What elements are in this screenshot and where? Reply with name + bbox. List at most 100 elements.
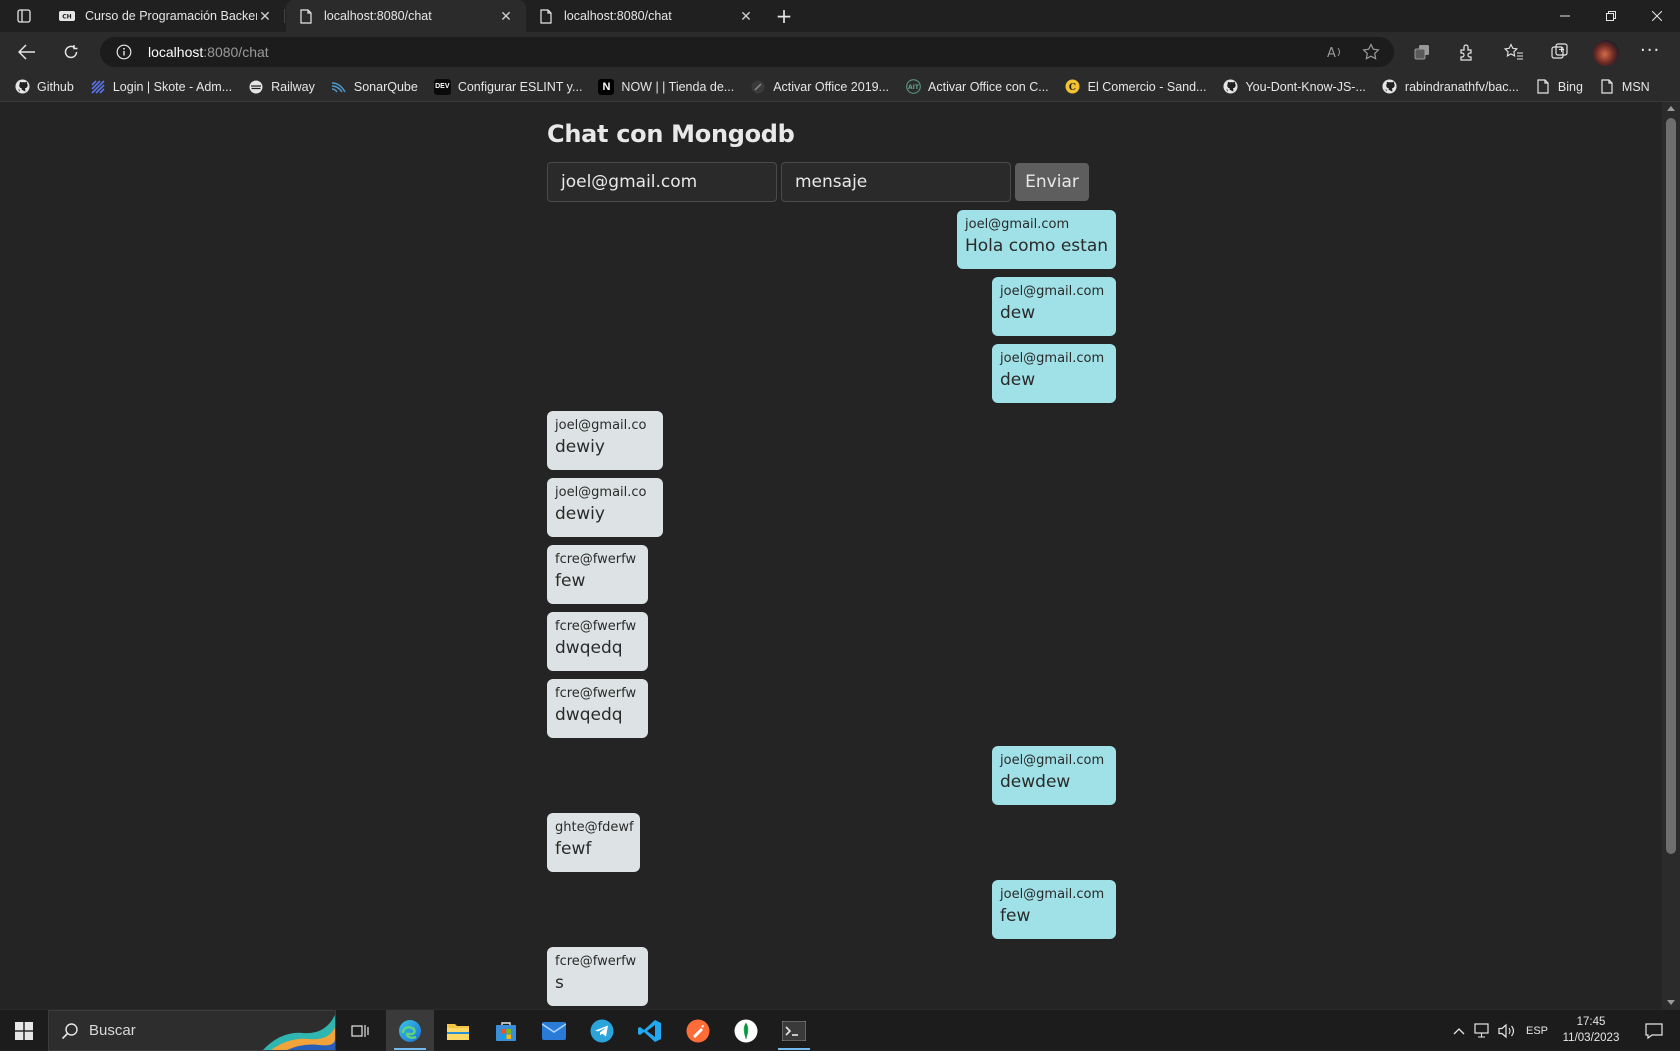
language-indicator[interactable]: ESP (1522, 1010, 1552, 1051)
svg-text:C: C (1069, 83, 1076, 93)
store-icon[interactable] (482, 1010, 530, 1051)
close-tab-icon[interactable]: ✕ (738, 8, 754, 24)
other-message-bubble: fcre@fwerfw few (547, 545, 648, 604)
read-aloud-icon[interactable]: A (1326, 43, 1344, 61)
scroll-thumb[interactable] (1666, 118, 1676, 854)
more-options-icon[interactable]: ··· (1640, 40, 1660, 61)
tab-title: Curso de Programación Backend (85, 9, 257, 23)
bookmark-office-c[interactable]: AIT Activar Office con C... (905, 79, 1049, 95)
message-author: joel@gmail.com (1000, 887, 1105, 902)
network-icon[interactable] (1472, 1010, 1494, 1051)
windows-start-icon[interactable] (0, 1010, 48, 1051)
page-icon (538, 8, 554, 24)
message-author: joel@gmail.com (965, 217, 1070, 232)
favorites-icon[interactable] (1504, 42, 1524, 62)
bookmark-label: El Comercio - Sand... (1087, 79, 1207, 94)
profile-avatar[interactable] (1593, 40, 1619, 66)
other-message-bubble: ghte@fdewf fewf (547, 813, 640, 872)
bookmark-github[interactable]: Github (14, 79, 74, 95)
bookmark-sonarqube[interactable]: SonarQube (331, 79, 418, 95)
own-message-bubble: joel@gmail.com Hola como estan (957, 210, 1116, 269)
message-text: s (555, 973, 564, 993)
info-icon[interactable] (116, 44, 132, 60)
tab-title: localhost:8080/chat (324, 9, 432, 23)
mongodb-compass-icon[interactable] (722, 1010, 770, 1051)
message-text: Hola como estan (965, 236, 1109, 256)
page-icon (1535, 79, 1551, 95)
close-tab-icon[interactable]: ✕ (257, 8, 273, 24)
task-view-icon[interactable] (336, 1010, 384, 1051)
tab-chat-active[interactable]: localhost:8080/chat ✕ (286, 0, 526, 32)
postman-icon[interactable] (674, 1010, 722, 1051)
bookmark-label: MSN (1621, 79, 1650, 94)
svg-text:AIT: AIT (908, 84, 920, 91)
other-message-bubble: fcre@fwerfw s (547, 947, 648, 1006)
minimize-icon[interactable] (1542, 0, 1588, 32)
bookmark-now[interactable]: N NOW | | Tienda de... (598, 78, 735, 95)
back-arrow-icon[interactable] (12, 38, 42, 66)
ait-icon: AIT (905, 79, 921, 95)
extensions-icon[interactable] (1457, 42, 1477, 62)
bookmark-skote[interactable]: Login | Skote - Adm... (90, 79, 232, 95)
tab-chat[interactable]: localhost:8080/chat ✕ (526, 0, 766, 32)
message-author: fcre@fwerfw (555, 954, 637, 969)
scroll-down-icon[interactable] (1667, 1000, 1675, 1005)
restore-icon[interactable] (1588, 0, 1634, 32)
bookmark-label: NOW | | Tienda de... (621, 79, 735, 94)
vscode-icon[interactable] (626, 1010, 674, 1051)
bookmark-railway[interactable]: Railway (248, 79, 315, 95)
browser-toolbar: localhost:8080/chat A ··· (0, 32, 1680, 72)
own-message-bubble: joel@gmail.com dewdew (992, 746, 1116, 805)
edge-icon[interactable] (386, 1010, 434, 1051)
new-tab-icon[interactable]: + (770, 4, 798, 28)
scroll-up-icon[interactable] (1667, 106, 1675, 111)
bookmark-label: Github (37, 79, 74, 94)
close-window-icon[interactable] (1634, 0, 1680, 32)
message-author: joel@gmail.com (1000, 284, 1105, 299)
tab-curso-backend[interactable]: CH Curso de Programación Backend ✕ (47, 0, 285, 32)
bookmark-msn[interactable]: MSN (1599, 79, 1650, 95)
volume-icon[interactable] (1496, 1010, 1518, 1051)
notifications-icon[interactable] (1634, 1010, 1674, 1051)
bookmark-office-2019[interactable]: Activar Office 2019... (750, 79, 889, 95)
other-message-bubble: joel@gmail.co dewiy (547, 478, 663, 537)
mail-icon[interactable] (530, 1010, 578, 1051)
terminal-icon[interactable] (770, 1010, 818, 1051)
show-hidden-icons-icon[interactable] (1448, 1010, 1470, 1051)
bookmark-bing[interactable]: Bing (1535, 79, 1583, 95)
taskbar-search-box[interactable]: Buscar (48, 1010, 336, 1051)
message-author: joel@gmail.com (1000, 753, 1105, 768)
bookmark-eslint[interactable]: DEV Configurar ESLINT y... (433, 78, 582, 95)
message-text: dwqedq (555, 638, 623, 658)
message-text: dwqedq (555, 705, 623, 725)
close-tab-icon[interactable]: ✕ (498, 8, 514, 24)
github-icon (1382, 79, 1398, 95)
telegram-icon[interactable] (578, 1010, 626, 1051)
office-icon (750, 79, 766, 95)
bookmark-rabindranath[interactable]: rabindranathfv/bac... (1382, 79, 1519, 95)
bookmark-ydkjs[interactable]: You-Dont-Know-JS-... (1222, 79, 1366, 95)
page-scrollbar[interactable] (1662, 102, 1680, 1009)
own-message-bubble: joel@gmail.com dew (992, 344, 1116, 403)
collections-app-icon[interactable] (1412, 42, 1432, 62)
bookmark-label: Login | Skote - Adm... (112, 79, 233, 94)
address-bar[interactable]: localhost:8080/chat A (100, 37, 1394, 67)
collections-icon[interactable] (1550, 42, 1570, 62)
message-text: dew (1000, 303, 1036, 323)
bookmark-el-comercio[interactable]: C El Comercio - Sand... (1065, 79, 1207, 95)
railway-icon (248, 79, 264, 95)
search-placeholder: Buscar (89, 1022, 136, 1039)
clock-date: 11/03/2023 (1562, 1032, 1620, 1044)
refresh-icon[interactable] (56, 38, 86, 66)
windows-taskbar: Buscar ESP 17:45 11/03/2023 (0, 1009, 1680, 1051)
message-text: dew (1000, 370, 1036, 390)
bookmark-label: Activar Office 2019... (773, 79, 890, 94)
tab-actions-icon[interactable] (10, 5, 38, 27)
clock-time: 17:45 (1576, 1016, 1606, 1028)
message-author: joel@gmail.co (555, 485, 647, 500)
coderhouse-icon: CH (59, 8, 75, 24)
file-explorer-icon[interactable] (434, 1010, 482, 1051)
taskbar-clock[interactable]: 17:45 11/03/2023 (1554, 1014, 1628, 1046)
favorite-star-icon[interactable] (1362, 43, 1380, 61)
url-text[interactable]: localhost:8080/chat (148, 44, 269, 60)
